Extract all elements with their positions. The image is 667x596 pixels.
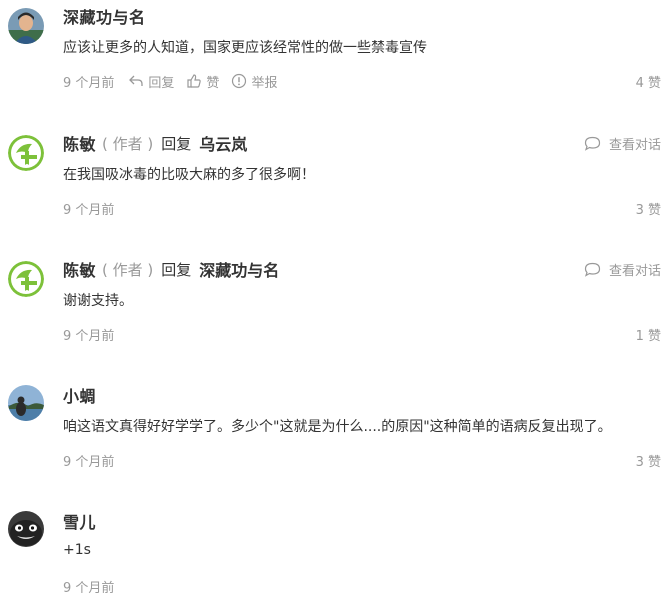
avatar[interactable] bbox=[8, 385, 44, 421]
comment-text: +1s bbox=[63, 542, 91, 558]
commenter-name[interactable]: 雪儿 bbox=[63, 509, 96, 533]
reply-target-name[interactable]: 乌云岚 bbox=[199, 131, 247, 155]
comment-item: 雪儿 +1s 9 个月前 bbox=[0, 505, 667, 596]
comment-text: 在我国吸冰毒的比吸大麻的多了很多啊！ bbox=[63, 167, 315, 183]
commenter-name[interactable]: 陈敏 bbox=[63, 257, 96, 281]
view-dialog-label: 查看对话 bbox=[608, 263, 661, 279]
green-plus-logo-icon bbox=[8, 261, 44, 297]
author-tag: ( 作者 ) bbox=[102, 260, 154, 279]
like-count: 4 赞 bbox=[635, 75, 661, 91]
author-tag: ( 作者 ) bbox=[102, 134, 154, 153]
commenter-name[interactable]: 深藏功与名 bbox=[63, 4, 146, 28]
green-plus-logo-icon bbox=[8, 135, 44, 171]
report-label: 举报 bbox=[251, 75, 278, 91]
commenter-name[interactable]: 小蜩 bbox=[63, 383, 96, 407]
speech-bubble-icon bbox=[584, 262, 601, 277]
reply-button[interactable]: 回复 bbox=[128, 72, 174, 91]
speech-bubble-icon bbox=[584, 136, 601, 151]
comment-item: 陈敏 ( 作者 ) 回复 深藏功与名 查看对话 谢谢支持。 9 个月前 1 赞 bbox=[0, 253, 667, 379]
comment-item: 小蜩 咱这语文真得好好学学了。多少个"这就是为什么....的原因"这种简单的语病… bbox=[0, 379, 667, 505]
comment-item: 陈敏 ( 作者 ) 回复 乌云岚 查看对话 在我国吸冰毒的比吸大麻的多了很多啊！… bbox=[0, 127, 667, 253]
comment-time: 9 个月前 bbox=[63, 454, 115, 470]
like-count: 3 赞 bbox=[635, 202, 661, 218]
comment-time: 9 个月前 bbox=[63, 75, 115, 91]
avatar[interactable] bbox=[8, 135, 44, 171]
reply-label: 回复 bbox=[148, 75, 175, 91]
user-avatar-photo bbox=[8, 8, 44, 44]
view-dialog-label: 查看对话 bbox=[608, 137, 661, 153]
cartoon-avatar bbox=[8, 511, 44, 547]
reply-target-name[interactable]: 深藏功与名 bbox=[199, 257, 279, 281]
comment-time: 9 个月前 bbox=[63, 328, 115, 344]
view-dialog-button[interactable]: 查看对话 bbox=[584, 260, 661, 279]
like-count: 3 赞 bbox=[635, 454, 661, 470]
comment-text: 谢谢支持。 bbox=[63, 293, 133, 309]
report-exclamation-icon bbox=[232, 73, 247, 89]
thumbs-up-icon bbox=[187, 74, 202, 88]
like-button[interactable]: 赞 bbox=[186, 72, 219, 91]
like-count: 1 赞 bbox=[635, 328, 661, 344]
avatar[interactable] bbox=[8, 8, 44, 44]
reply-word: 回复 bbox=[161, 134, 192, 153]
view-dialog-button[interactable]: 查看对话 bbox=[584, 134, 661, 153]
comment-item: 深藏功与名 应该让更多的人知道，国家更应该经常性的做一些禁毒宣传 9 个月前 回… bbox=[0, 0, 667, 126]
comment-time: 9 个月前 bbox=[63, 202, 115, 218]
reply-word: 回复 bbox=[161, 260, 192, 279]
avatar[interactable] bbox=[8, 261, 44, 297]
like-label: 赞 bbox=[206, 75, 220, 91]
comment-text: 咱这语文真得好好学学了。多少个"这就是为什么....的原因"这种简单的语病反复出… bbox=[63, 419, 612, 435]
user-avatar-photo bbox=[8, 385, 44, 421]
commenter-name[interactable]: 陈敏 bbox=[63, 131, 96, 155]
reply-arrow-icon bbox=[129, 75, 144, 86]
avatar[interactable] bbox=[8, 511, 44, 547]
comment-time: 9 个月前 bbox=[63, 580, 115, 596]
report-button[interactable]: 举报 bbox=[231, 72, 277, 91]
comment-text: 应该让更多的人知道，国家更应该经常性的做一些禁毒宣传 bbox=[63, 40, 427, 56]
